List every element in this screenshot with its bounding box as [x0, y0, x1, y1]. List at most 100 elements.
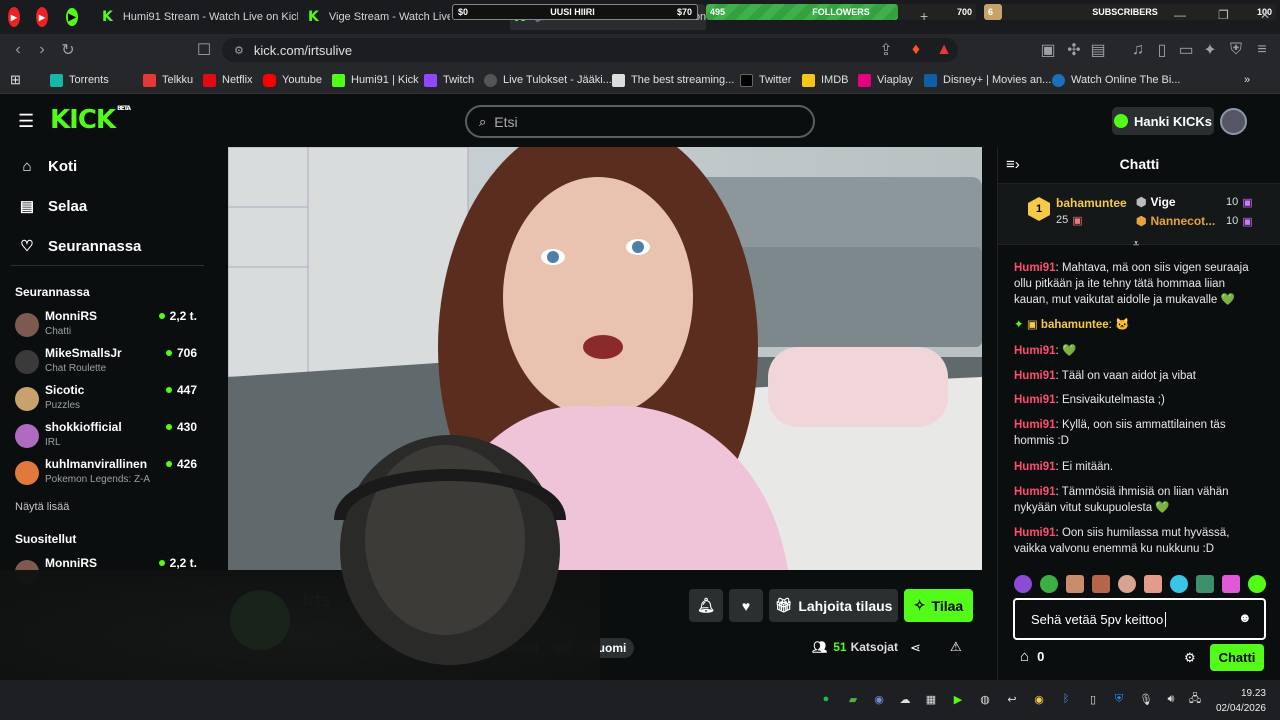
chat-input[interactable]: Sehä vetää 5pv keittoo — [1013, 598, 1266, 640]
screenshot-icon[interactable]: ▤ — [1088, 40, 1108, 60]
bluetooth-icon[interactable]: ᛒ — [1059, 692, 1073, 706]
speaker-icon[interactable]: 🔊︎ — [1164, 692, 1178, 706]
gifter-nannecot[interactable]: ⬢ Nannecot... — [1136, 214, 1215, 228]
shortcut-icon[interactable]: ↩ — [1005, 692, 1019, 706]
new-tab-icon[interactable]: + — [920, 8, 928, 24]
battery-icon[interactable]: ▯ — [1086, 692, 1100, 706]
tab-humi91[interactable]: K Humi91 Stream - Watch Live on Kick — [102, 4, 298, 30]
back-icon[interactable]: ‹ — [8, 40, 28, 60]
game-icon[interactable]: ▦ — [924, 692, 938, 706]
music-icon[interactable]: ♫ — [1128, 40, 1148, 60]
cloud-icon[interactable]: ☁ — [898, 692, 912, 706]
bookmark-disney[interactable]: Disney+ | Movies an... — [924, 72, 1051, 88]
rewards-icon[interactable]: ▲ — [934, 40, 954, 60]
bookmark-streaming[interactable]: The best streaming... — [612, 72, 734, 88]
recommended-channel[interactable]: MonniRS 2,2 t. — [15, 556, 205, 588]
streamer-name[interactable]: Irts — [303, 590, 331, 611]
emoji-picker-icon[interactable]: ☻ — [1238, 610, 1252, 625]
leo-icon[interactable]: ✦ — [1200, 40, 1220, 60]
app-tray-icon[interactable]: ◉ — [1032, 692, 1046, 706]
chat-settings-icon[interactable]: ⚙ — [1184, 650, 1196, 666]
brave-shield-icon[interactable]: ♦ — [906, 40, 926, 60]
microphone-icon[interactable]: 🎙︎ — [1139, 692, 1153, 706]
nav-browse[interactable]: ▤ Selaa — [18, 196, 87, 216]
play-tab-icon[interactable]: ▶ — [66, 4, 88, 30]
close-icon[interactable]: ✕ — [1260, 8, 1270, 22]
bookmark-twitch[interactable]: Twitch — [424, 72, 474, 88]
search-input[interactable]: ⌕ Etsi — [465, 105, 815, 138]
wallet-icon[interactable]: ▭ — [1176, 40, 1196, 60]
emote[interactable] — [1144, 575, 1162, 593]
hamburger-menu-icon[interactable]: ☰ — [18, 111, 34, 132]
send-chat-button[interactable]: Chatti — [1210, 644, 1264, 671]
following-channel[interactable]: Sicotic Puzzles 447 — [15, 383, 205, 415]
minimize-icon[interactable]: — — [1174, 8, 1186, 22]
maximize-icon[interactable]: ❐ — [1218, 8, 1229, 22]
nav-following[interactable]: ♡ Seurannassa — [18, 236, 141, 256]
kick-logo[interactable]: KICK BETA — [50, 105, 131, 135]
share-icon[interactable]: ⋖ — [910, 640, 921, 656]
emote[interactable] — [1040, 575, 1058, 593]
menu-icon[interactable]: ≡ — [1252, 40, 1272, 60]
emote[interactable] — [1248, 575, 1266, 593]
follow-heart-button[interactable]: ♥ — [729, 589, 763, 622]
clock-time[interactable]: 19.23 — [1212, 688, 1266, 699]
bookmark-humi91-kick[interactable]: Humi91 | Kick — [332, 72, 419, 88]
sidebar-toggle-icon[interactable]: ▯ — [1152, 40, 1172, 60]
more-bookmarks-icon[interactable]: » — [1244, 72, 1250, 88]
gift-subscription-button[interactable]: 🎁︎ Lahjoita tilaus — [769, 589, 898, 622]
bookmark-icon[interactable]: ☐ — [194, 40, 214, 60]
youtube-tab-icon[interactable]: ▶ — [8, 4, 30, 30]
apps-grid-icon[interactable]: ⊞ — [10, 72, 21, 88]
site-settings-icon[interactable]: ⚙ — [234, 44, 244, 57]
tag-pill[interactable]: Finland — [488, 638, 547, 658]
puzzle-icon[interactable]: ✣ — [1064, 40, 1084, 60]
bookmark-viaplay[interactable]: Viaplay — [858, 72, 913, 88]
reload-icon[interactable]: ↻ — [58, 40, 78, 60]
show-more-link[interactable]: Näytä lisää — [15, 501, 69, 513]
get-kicks-button[interactable]: Hanki KICKs — [1112, 107, 1214, 135]
discord-icon[interactable]: ◉ — [872, 692, 886, 706]
emote[interactable] — [1222, 575, 1240, 593]
bookmark-netflix[interactable]: Netflix — [203, 72, 253, 88]
emote[interactable] — [1066, 575, 1084, 593]
bookmark-telkku[interactable]: Telkku — [143, 72, 193, 88]
emote[interactable] — [1170, 575, 1188, 593]
following-channel[interactable]: MikeSmallsJr Chat Roulette 706 — [15, 346, 205, 378]
kicks-balance[interactable]: ⌂ 0 — [1020, 648, 1044, 665]
emote[interactable] — [1014, 575, 1032, 593]
kick-tray-icon[interactable]: ▶ — [951, 692, 965, 706]
extension-icon[interactable]: ▣ — [1038, 40, 1058, 60]
security-icon[interactable]: ⛨ — [1112, 692, 1126, 706]
forward-icon[interactable]: › — [32, 40, 52, 60]
clock-date[interactable]: 02/04/2026 — [1200, 703, 1266, 714]
tab-vige[interactable]: K Vige Stream - Watch Live on Kick — [308, 4, 450, 30]
share-icon[interactable]: ⇪ — [876, 40, 896, 60]
steam-icon[interactable]: ◍ — [978, 692, 992, 706]
report-icon[interactable]: ⚠ — [950, 639, 962, 655]
notification-bell-button[interactable]: 🔔︎ — [689, 589, 723, 622]
bookmark-youtube[interactable]: Youtube — [263, 72, 322, 88]
url-field[interactable]: ⚙ kick.com/irtsulive — [222, 38, 958, 62]
following-channel[interactable]: kuhlmanvirallinen Pokemon Legends: Z-A 4… — [15, 457, 205, 489]
tag-pill[interactable]: suomi — [583, 638, 635, 658]
spotify-icon[interactable]: ● — [819, 692, 833, 706]
top-gifter-name[interactable]: bahamuntee — [1056, 196, 1127, 210]
nav-home[interactable]: ⌂ Koti — [18, 156, 77, 176]
youtube-tab-icon-2[interactable]: ▶ — [36, 4, 58, 30]
tag-pill[interactable]: girl — [545, 638, 580, 658]
following-channel[interactable]: MonniRS Chatti 2,2 t. — [15, 309, 205, 341]
emote[interactable] — [1092, 575, 1110, 593]
emote[interactable] — [1118, 575, 1136, 593]
user-avatar[interactable] — [1220, 108, 1247, 135]
bookmark-twitter[interactable]: Twitter — [740, 72, 791, 88]
expand-leaderboard-icon[interactable]: ⩡ — [1133, 238, 1139, 251]
bookmark-watch-online[interactable]: Watch Online The Bi... — [1052, 72, 1180, 88]
emote[interactable] — [1196, 575, 1214, 593]
bookmark-live-tulokset[interactable]: Live Tulokset - Jääki... — [484, 72, 612, 88]
video-player[interactable] — [228, 147, 982, 570]
xbox-icon[interactable]: ▰ — [846, 692, 860, 706]
vpn-icon[interactable]: ⛨ — [1226, 40, 1246, 60]
subscribe-button[interactable]: ✧ Tilaa — [904, 589, 973, 622]
bookmark-torrents[interactable]: Torrents — [50, 72, 109, 88]
